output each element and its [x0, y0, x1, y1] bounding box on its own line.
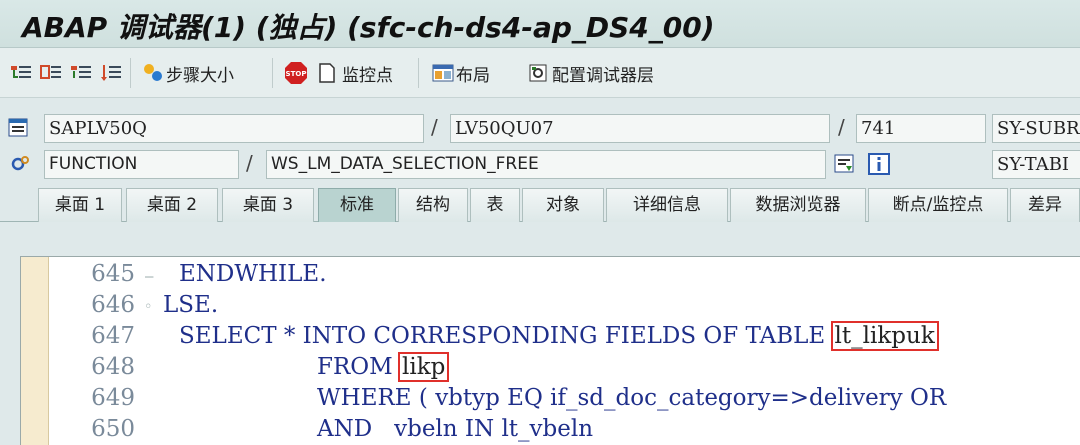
- toolbar: 步骤大小 STOP 监控点 布局 配置调试器层: [0, 48, 1080, 98]
- layout-icon: [432, 64, 454, 82]
- code-line: AND vbeln IN lt_vbeln: [317, 416, 594, 442]
- line-number: 648: [91, 354, 135, 380]
- highlight-likp: likp: [397, 352, 450, 382]
- fold-guide: –: [145, 269, 154, 285]
- document-icon: [319, 63, 335, 83]
- tab-diff[interactable]: 差异: [1010, 188, 1080, 222]
- code-line: WHERE ( vbtyp EQ if_sd_doc_category=>del…: [317, 385, 947, 411]
- code-text: FROM: [317, 354, 400, 380]
- line-numbers: 645 646 647 648 649 650: [49, 257, 141, 445]
- tab-table[interactable]: 表: [470, 188, 520, 222]
- separator-slash: /: [431, 115, 438, 139]
- code-line: FROM likp: [317, 352, 450, 382]
- tab-details[interactable]: 详细信息: [606, 188, 728, 222]
- tab-desktop-2[interactable]: 桌面 2: [126, 188, 218, 222]
- step-return-icon[interactable]: [70, 63, 92, 83]
- program-field[interactable]: SAPLV50Q: [44, 114, 424, 143]
- tab-breakpoints[interactable]: 断点/监控点: [868, 188, 1008, 222]
- config-icon: [529, 64, 547, 82]
- line-number: 650: [91, 416, 135, 442]
- code-line: ENDWHILE.: [179, 261, 327, 287]
- program-icon: [8, 118, 28, 137]
- line-number: 647: [91, 323, 135, 349]
- svg-text:STOP: STOP: [286, 70, 307, 78]
- source-code-area: 645 646 647 648 649 650 – ◦ ENDWHILE. LS…: [0, 222, 1080, 445]
- step-size-button[interactable]: 步骤大小: [166, 61, 234, 86]
- separator-slash: /: [838, 115, 845, 139]
- debugger-tabs: 桌面 1 桌面 2 桌面 3 标准 结构 表 对象 详细信息 数据浏览器 断点/…: [0, 186, 1080, 222]
- abap-debugger-window: ABAP 调试器(1) (独占) (sfc-ch-ds4-ap_DS4_00) …: [0, 0, 1080, 445]
- continue-icon[interactable]: [100, 63, 122, 83]
- title-bar: ABAP 调试器(1) (独占) (sfc-ch-ds4-ap_DS4_00): [0, 0, 1080, 48]
- fold-toggle[interactable]: ◦: [144, 299, 164, 315]
- step-size-icon: [144, 64, 162, 81]
- include-field[interactable]: LV50QU07: [450, 114, 830, 143]
- step-into-icon[interactable]: [10, 63, 32, 83]
- program-info-panel: SAPLV50Q / LV50QU07 / 741 SY-SUBR FUNCTI…: [0, 98, 1080, 186]
- navigate-source-icon[interactable]: [834, 154, 856, 174]
- tab-desktop-1[interactable]: 桌面 1: [38, 188, 122, 222]
- line-number: 645: [91, 261, 135, 287]
- code-line: LSE.: [163, 292, 219, 318]
- sy-tabix-field[interactable]: SY-TABI: [992, 150, 1080, 179]
- watchpoint-button[interactable]: 监控点: [342, 61, 393, 86]
- code-line: SELECT * INTO CORRESPONDING FIELDS OF TA…: [179, 321, 939, 351]
- code-editor[interactable]: 645 646 647 648 649 650 – ◦ ENDWHILE. LS…: [20, 256, 1080, 445]
- window-title: ABAP 调试器(1) (独占) (sfc-ch-ds4-ap_DS4_00): [22, 11, 715, 44]
- separator-slash: /: [246, 151, 253, 175]
- stop-icon[interactable]: STOP: [284, 61, 308, 85]
- code-text: SELECT * INTO CORRESPONDING FIELDS OF TA…: [179, 323, 833, 349]
- toolbar-separator: [418, 58, 419, 88]
- event-type-field[interactable]: FUNCTION: [44, 150, 239, 179]
- toolbar-separator: [272, 58, 273, 88]
- step-over-icon[interactable]: [40, 63, 62, 83]
- toolbar-separator: [130, 58, 131, 88]
- tab-desktop-3[interactable]: 桌面 3: [222, 188, 314, 222]
- highlight-lt-likpuk: lt_likpuk: [830, 321, 939, 351]
- layout-button[interactable]: 布局: [456, 61, 490, 86]
- line-number-field[interactable]: 741: [856, 114, 986, 143]
- info-icon[interactable]: [868, 153, 890, 175]
- line-number: 646: [91, 292, 135, 318]
- line-number: 649: [91, 385, 135, 411]
- function-icon: [11, 156, 29, 171]
- configure-layers-button[interactable]: 配置调试器层: [552, 61, 654, 86]
- breakpoint-gutter[interactable]: [21, 257, 49, 445]
- tab-standard[interactable]: 标准: [318, 188, 396, 222]
- tab-data-explorer[interactable]: 数据浏览器: [730, 188, 866, 222]
- tab-structure[interactable]: 结构: [398, 188, 468, 222]
- tab-object[interactable]: 对象: [522, 188, 604, 222]
- event-name-field[interactable]: WS_LM_DATA_SELECTION_FREE: [266, 150, 826, 179]
- sy-subrc-field[interactable]: SY-SUBR: [992, 114, 1080, 143]
